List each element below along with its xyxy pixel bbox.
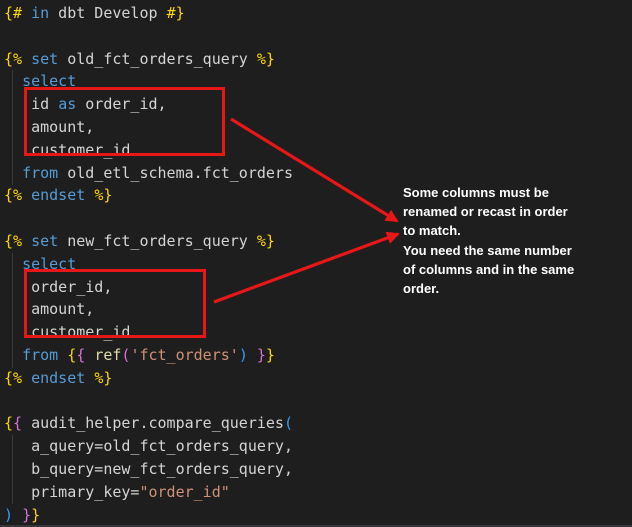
indent-guide [12, 70, 13, 185]
code-token [22, 232, 31, 250]
code-line [4, 390, 632, 413]
code-token [4, 255, 22, 273]
code-line: b_query=new_fct_orders_query, [4, 458, 632, 481]
code-token: {% [4, 232, 22, 250]
code-line: primary_key="order_id" [4, 481, 632, 504]
code-token: b_query=new_fct_orders_query, [4, 460, 293, 478]
code-token: 'fct_orders' [130, 346, 238, 364]
code-token [4, 164, 22, 182]
code-token: { [67, 346, 76, 364]
code-line: ) }} [4, 504, 632, 527]
code-token [58, 346, 67, 364]
indent-guide [12, 435, 13, 504]
code-line: a_query=old_fct_orders_query, [4, 435, 632, 458]
code-token: old_fct_orders_query [58, 50, 257, 68]
code-token [22, 50, 31, 68]
code-line: from old_etl_schema.fct_orders [4, 162, 632, 185]
code-token: from [22, 164, 58, 182]
code-line [4, 25, 632, 48]
code-token: %} [257, 50, 275, 68]
code-line: from {{ ref('fct_orders') }} [4, 344, 632, 367]
code-token: from [22, 346, 58, 364]
code-token [4, 72, 22, 90]
code-token: endset [31, 186, 85, 204]
code-token: { [13, 414, 22, 432]
code-token: ) [239, 346, 248, 364]
code-token: in [31, 4, 49, 22]
code-token: {% [4, 50, 22, 68]
code-token [85, 186, 94, 204]
code-token [85, 346, 94, 364]
code-token: } [22, 506, 31, 524]
indent-guide [12, 253, 13, 368]
code-token [248, 346, 257, 364]
code-token: a_query=old_fct_orders_query, [4, 437, 293, 455]
code-token: new_fct_orders_query [58, 232, 257, 250]
code-token: audit_helper.compare_queries [22, 414, 284, 432]
code-token: ( [284, 414, 293, 432]
code-token: {% [4, 186, 22, 204]
code-token: old_etl_schema.fct_orders [58, 164, 293, 182]
code-token [22, 186, 31, 204]
code-token: {# [4, 4, 22, 22]
code-token: %} [94, 369, 112, 387]
code-token: } [31, 506, 40, 524]
code-token [4, 346, 22, 364]
code-token: "order_id" [139, 483, 229, 501]
code-token [13, 506, 22, 524]
highlight-box-new-query-columns [24, 269, 206, 338]
code-token: #} [167, 4, 185, 22]
highlight-box-old-query-columns [24, 87, 225, 156]
code-token: endset [31, 369, 85, 387]
code-token: set [31, 232, 58, 250]
code-token: { [4, 414, 13, 432]
code-token: } [257, 346, 266, 364]
code-token: set [31, 50, 58, 68]
code-token [85, 369, 94, 387]
code-token: ) [4, 506, 13, 524]
code-token [22, 369, 31, 387]
code-line: {# in dbt Develop #} [4, 2, 632, 25]
code-token: primary_key= [4, 483, 139, 501]
code-token: { [76, 346, 85, 364]
code-line: {% set old_fct_orders_query %} [4, 48, 632, 71]
code-token [22, 4, 31, 22]
annotation-note: Some columns must be renamed or recast i… [403, 183, 615, 298]
code-token: ref [94, 346, 121, 364]
code-token: {% [4, 369, 22, 387]
code-token: %} [257, 232, 275, 250]
code-token: dbt Develop [49, 4, 166, 22]
code-line: {{ audit_helper.compare_queries( [4, 412, 632, 435]
code-line: {% endset %} [4, 367, 632, 390]
code-token: %} [94, 186, 112, 204]
code-token: } [266, 346, 275, 364]
